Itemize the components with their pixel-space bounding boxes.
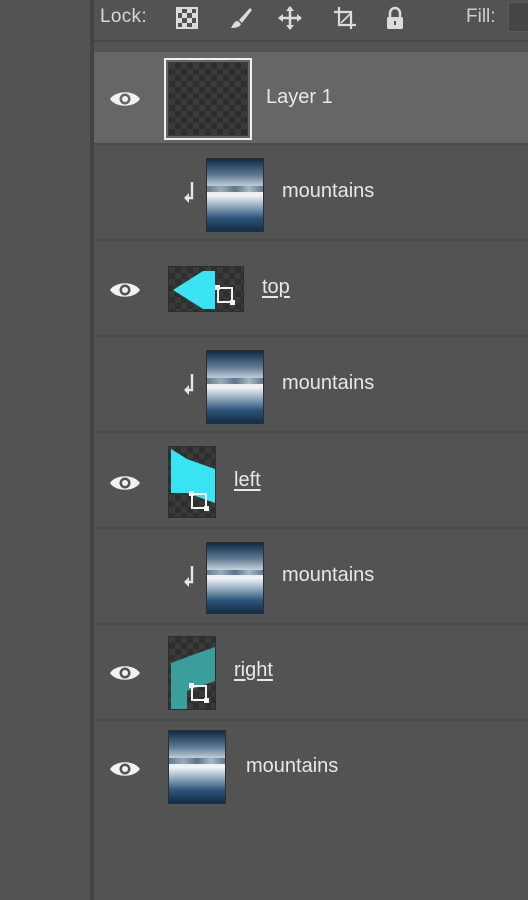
layer-name: mountains [246, 755, 339, 777]
visibility-toggle-empty[interactable] [108, 566, 142, 588]
lock-all-icon[interactable] [382, 5, 408, 31]
layers-panel: Lock: Fill: Layer 1 mountains top mounta… [94, 0, 528, 900]
smart-object-icon [213, 283, 237, 307]
layer-thumbnail [168, 636, 216, 710]
smart-object-icon [187, 681, 211, 705]
layer-row[interactable]: top [94, 242, 528, 337]
lock-artboard-icon[interactable] [332, 5, 358, 31]
left-dock-strip [0, 0, 92, 900]
layer-name: left [234, 469, 261, 491]
row-separator [94, 431, 528, 433]
lock-position-icon[interactable] [277, 5, 303, 31]
clipping-arrow-icon [182, 180, 200, 204]
visibility-eye-icon[interactable] [108, 662, 142, 684]
row-separator [94, 719, 528, 721]
row-separator [94, 239, 528, 241]
layer-thumbnail [168, 730, 226, 804]
smart-object-icon [187, 489, 211, 513]
layer-name: mountains [282, 372, 375, 394]
lock-image-pixels-icon[interactable] [228, 5, 254, 31]
layers-empty-area [94, 812, 528, 900]
layer-thumbnail [206, 350, 264, 424]
layer-name: Layer 1 [266, 86, 333, 108]
lock-toolbar: Lock: Fill: [94, 0, 528, 40]
layer-row[interactable]: mountains [94, 338, 528, 433]
layer-row[interactable]: mountains [94, 722, 528, 812]
layer-thumbnail [206, 158, 264, 232]
visibility-eye-icon[interactable] [108, 758, 142, 780]
layer-name: mountains [282, 564, 375, 586]
layer-name: mountains [282, 180, 375, 202]
thumbnail-selection-frame [164, 58, 252, 140]
visibility-eye-icon[interactable] [108, 88, 142, 110]
layer-row[interactable]: right [94, 626, 528, 721]
lock-transparent-pixels-icon[interactable] [174, 5, 200, 31]
layer-thumbnail [206, 542, 264, 614]
clipping-arrow-icon [182, 564, 200, 588]
clipping-arrow-icon [182, 372, 200, 396]
layer-row[interactable]: left [94, 434, 528, 529]
fill-input[interactable] [508, 2, 528, 32]
visibility-toggle-empty[interactable] [108, 182, 142, 204]
layer-row[interactable]: mountains [94, 530, 528, 625]
row-separator [94, 623, 528, 625]
visibility-toggle-empty[interactable] [108, 374, 142, 396]
layer-thumbnail [168, 266, 244, 312]
visibility-eye-icon[interactable] [108, 279, 142, 301]
layer-row[interactable]: Layer 1 [94, 52, 528, 145]
layer-thumbnail [168, 446, 216, 518]
row-separator [94, 527, 528, 529]
layer-row[interactable]: mountains [94, 146, 528, 241]
lock-label: Lock: [100, 6, 147, 27]
toolbar-divider [94, 40, 528, 42]
row-separator [94, 335, 528, 337]
layer-name: top [262, 276, 290, 298]
row-separator [94, 143, 528, 145]
fill-label: Fill: [466, 6, 496, 27]
visibility-eye-icon[interactable] [108, 472, 142, 494]
layer-name: right [234, 659, 273, 681]
